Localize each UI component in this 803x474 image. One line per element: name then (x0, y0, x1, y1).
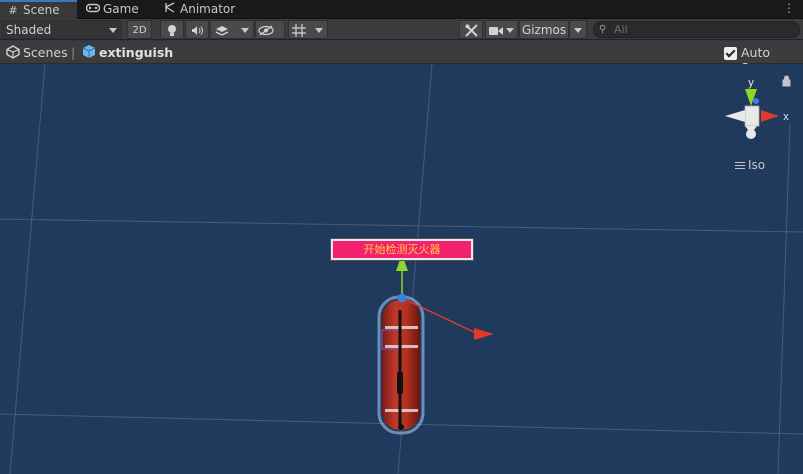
camera-settings-dropdown[interactable] (485, 20, 518, 39)
eye-slash-icon (258, 23, 274, 37)
chevron-down-icon (241, 28, 249, 33)
search-icon: ⚲ (599, 24, 607, 35)
chevron-down-icon (574, 28, 582, 33)
orientation-gizmo[interactable]: y x (0, 64, 803, 474)
lock-icon (782, 75, 791, 87)
lighting-toggle-button[interactable] (160, 20, 184, 39)
effects-dropdown[interactable] (210, 20, 254, 39)
search-placeholder: All (614, 23, 628, 36)
chevron-down-icon (506, 28, 514, 33)
projection-toggle[interactable]: Iso (735, 158, 765, 172)
breadcrumb: Scenes | extinguish Auto Save (0, 41, 803, 75)
unity-logo-icon (6, 45, 20, 62)
gizmo-x-cone-icon (761, 110, 779, 122)
scene-viewport[interactable]: 开始检测灭火器 y x Iso (0, 64, 803, 474)
breadcrumb-current[interactable]: extinguish (99, 45, 173, 60)
gamepad-icon (85, 0, 101, 19)
breadcrumb-scenes[interactable]: Scenes (23, 45, 68, 60)
speaker-icon (191, 23, 204, 37)
gizmos-label: Gizmos (521, 23, 567, 37)
audio-toggle-button[interactable] (185, 20, 209, 39)
tools-icon (464, 23, 478, 37)
grid-snap-icon (292, 23, 306, 37)
gizmo-y-label: y (748, 77, 754, 89)
tab-scene[interactable]: # Scene (0, 0, 77, 19)
animator-icon (163, 0, 177, 19)
scene-search-input[interactable]: ⚲ All (593, 21, 800, 38)
more-options-icon[interactable]: ⋮ (783, 1, 795, 15)
gizmo-neg-x-cone-icon (725, 110, 745, 122)
toggle-2d-label: 2D (132, 25, 147, 36)
shading-mode-label: Shaded (6, 23, 52, 37)
tab-scene-label: Scene (23, 3, 60, 17)
tab-animator-label: Animator (180, 2, 236, 16)
layers-icon (215, 23, 229, 37)
lightbulb-icon (167, 23, 177, 37)
grid-icon: # (8, 4, 18, 17)
chevron-down-icon (315, 28, 323, 33)
scene-toolbar: Shaded 2D 0 (0, 19, 803, 56)
camera-icon (489, 23, 503, 37)
projection-label: Iso (748, 158, 766, 172)
tools-button[interactable] (459, 20, 483, 39)
autosave-checkbox[interactable] (724, 47, 737, 60)
chevron-down-icon (109, 28, 117, 33)
gizmos-dropdown[interactable] (569, 20, 587, 39)
breadcrumb-separator: | (71, 45, 76, 60)
hidden-objects-button[interactable]: 0 (255, 20, 285, 56)
tab-game-label: Game (103, 2, 139, 16)
shading-mode-dropdown[interactable]: Shaded (1, 20, 122, 39)
editor-tab-bar: # Scene Game Animator ⋮ (0, 0, 803, 19)
tab-animator[interactable]: Animator (157, 0, 247, 19)
gizmos-button[interactable]: Gizmos (519, 20, 569, 39)
prefab-cube-icon (82, 44, 96, 62)
menu-lines-icon (735, 160, 745, 171)
grid-snapping-dropdown[interactable] (288, 20, 328, 39)
tab-game[interactable]: Game (80, 0, 158, 19)
gizmo-neg-y-cone-icon (746, 129, 756, 139)
gizmo-x-label: x (783, 111, 789, 123)
toggle-2d-button[interactable]: 2D (127, 20, 152, 39)
